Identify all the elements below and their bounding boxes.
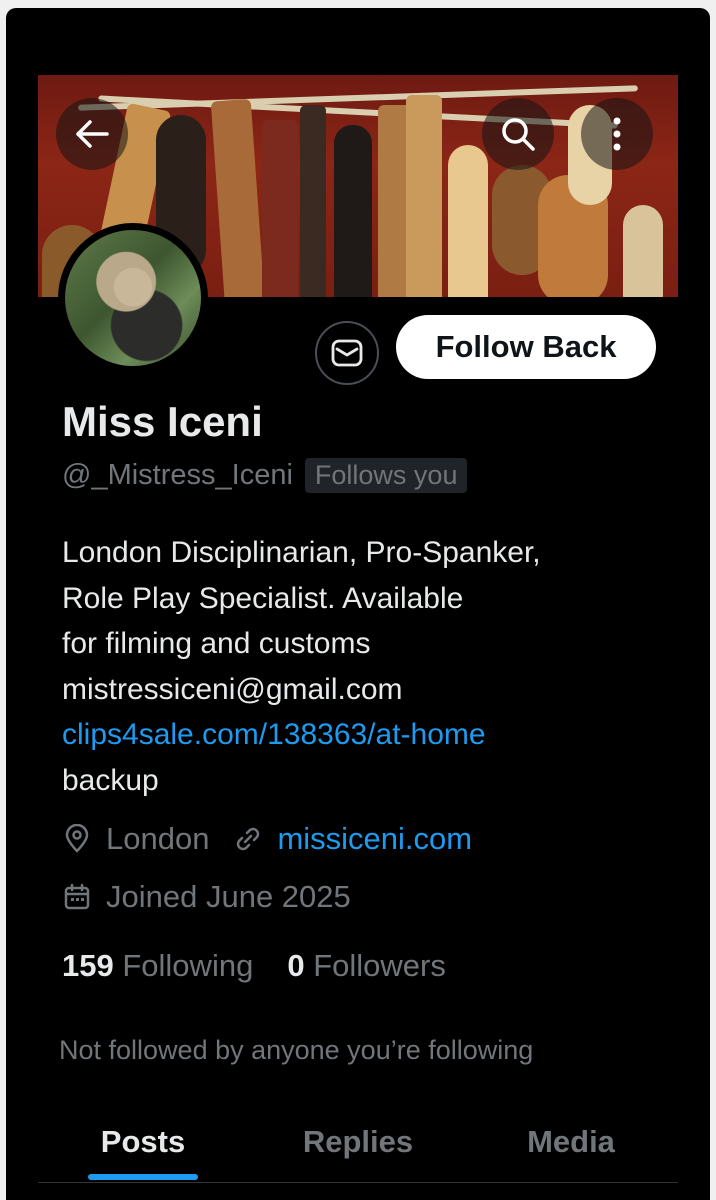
- search-button[interactable]: [482, 98, 554, 170]
- follow-back-button[interactable]: Follow Back: [396, 315, 656, 379]
- mail-icon: [331, 339, 363, 367]
- follow-stats: 159 Following 0 Followers: [62, 948, 446, 984]
- bio-email: mistressiceni@gmail.com: [62, 672, 403, 706]
- bio-line: Role Play Specialist. Available: [62, 581, 464, 615]
- profile-name: Miss Iceni: [62, 398, 263, 445]
- more-vertical-icon: [613, 117, 621, 151]
- following-stat[interactable]: 159 Following: [62, 948, 253, 984]
- bio-line: for filming and customs: [62, 627, 371, 660]
- profile-joined: Joined June 2025: [106, 879, 351, 914]
- followers-stat[interactable]: 0 Followers: [287, 948, 446, 984]
- tabs-divider: [38, 1182, 678, 1183]
- not-followed-note: Not followed by anyone you’re following: [59, 1035, 534, 1065]
- message-button[interactable]: [315, 321, 379, 385]
- calendar-icon: [64, 883, 90, 910]
- profile-location: London: [106, 821, 210, 856]
- bio-line: London Disciplinarian, Pro-Spanker,: [62, 536, 541, 569]
- tab-replies[interactable]: Replies: [278, 1102, 438, 1182]
- followers-label: Followers: [313, 948, 446, 983]
- back-button[interactable]: [56, 98, 128, 170]
- bio-tail: backup: [62, 763, 159, 797]
- location-pin-icon: [65, 824, 89, 853]
- bio-link[interactable]: clips4sale.com/138363/at-home: [62, 712, 682, 758]
- followers-count: 0: [287, 948, 305, 983]
- handle-row: @_Mistress_Iceni Follows you: [62, 458, 468, 493]
- following-label: Following: [122, 948, 254, 983]
- more-options-button[interactable]: [581, 98, 653, 170]
- link-icon: [237, 827, 260, 851]
- search-icon: [502, 118, 535, 151]
- avatar-photo: [65, 230, 201, 366]
- back-arrow-icon: [76, 120, 109, 148]
- profile-tabs: Posts Replies Media: [6, 1102, 710, 1182]
- profile-handle: @_Mistress_Iceni: [62, 459, 293, 491]
- tab-posts[interactable]: Posts: [68, 1102, 218, 1182]
- profile-website[interactable]: missiceni.com: [277, 821, 472, 857]
- tab-media[interactable]: Media: [496, 1102, 646, 1182]
- active-tab-indicator: [88, 1174, 198, 1180]
- location-website-row: London missiceni.com: [62, 821, 472, 857]
- joined-row: Joined June 2025: [62, 879, 351, 915]
- follows-you-badge: Follows you: [304, 458, 468, 493]
- profile-screen: Follow Back Miss Iceni @_Mistress_Iceni …: [6, 8, 710, 1200]
- profile-bio: London Disciplinarian, Pro-Spanker, Role…: [62, 530, 682, 803]
- profile-avatar[interactable]: [58, 223, 208, 373]
- following-count: 159: [62, 948, 114, 983]
